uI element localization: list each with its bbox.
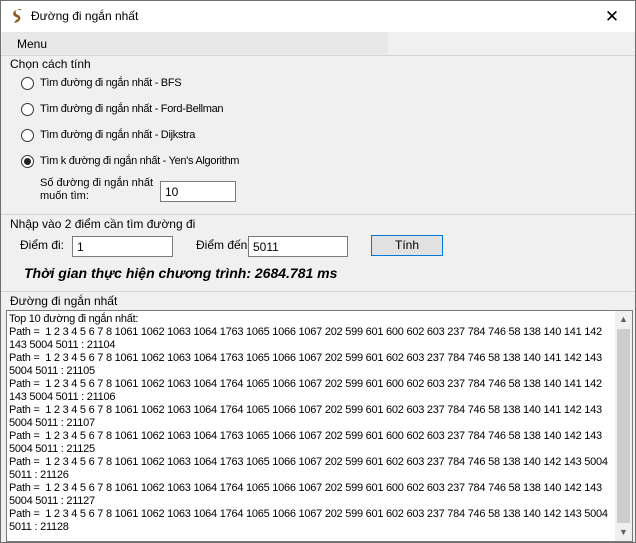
result-group-label: Đường đi ngắn nhất [10, 294, 118, 308]
app-window: Đường đi ngắn nhất ✕ Menu Chọn cách tính… [0, 0, 636, 543]
scroll-down-icon[interactable]: ▼ [615, 524, 632, 541]
compute-button[interactable]: Tính [371, 235, 443, 256]
divider [1, 291, 635, 292]
algorithm-group-label: Chọn cách tính [10, 57, 91, 71]
k-paths-input[interactable]: 10 [160, 181, 236, 202]
end-point-input[interactable]: 5011 [248, 236, 348, 257]
menu-item-menu[interactable]: Menu [17, 37, 47, 51]
radio-label: Tìm đường đi ngắn nhất - Ford-Bellman [40, 103, 224, 115]
radio-label: Tìm đường đi ngắn nhất - Dijkstra [40, 129, 196, 141]
radio-label: Tìm k đường đi ngắn nhất - Yen's Algorit… [40, 155, 240, 167]
divider [1, 214, 635, 215]
radio-button[interactable] [21, 129, 34, 142]
start-point-label: Điểm đi: [20, 238, 65, 252]
start-point-input[interactable]: 1 [72, 236, 173, 257]
radio-button[interactable] [21, 155, 34, 168]
title-bar: Đường đi ngắn nhất ✕ [1, 1, 635, 32]
close-button[interactable]: ✕ [589, 1, 635, 32]
k-paths-label: Số đường đi ngắn nhất muốn tìm: [40, 177, 154, 202]
window-title: Đường đi ngắn nhất [31, 9, 139, 23]
vertical-scrollbar[interactable]: ▲ ▼ [615, 311, 632, 541]
radio-button[interactable] [21, 103, 34, 116]
scroll-up-icon[interactable]: ▲ [615, 311, 632, 328]
end-point-label: Điểm đến: [196, 238, 251, 252]
result-textarea[interactable]: Top 10 đường đi ngắn nhất: Path = 1 2 3 … [6, 310, 633, 542]
result-text: Top 10 đường đi ngắn nhất: Path = 1 2 3 … [9, 313, 608, 533]
divider [1, 55, 635, 56]
radio-label: Tìm đường đi ngắn nhất - BFS [40, 77, 182, 89]
points-group-label: Nhập vào 2 điểm cần tìm đường đi [10, 217, 196, 231]
scroll-thumb[interactable] [617, 329, 630, 523]
menu-bar: Menu [2, 32, 388, 54]
radio-button[interactable] [21, 77, 34, 90]
runtime-text: Thời gian thực hiện chương trình: 2684.7… [24, 265, 338, 281]
app-logo-icon [13, 9, 22, 23]
